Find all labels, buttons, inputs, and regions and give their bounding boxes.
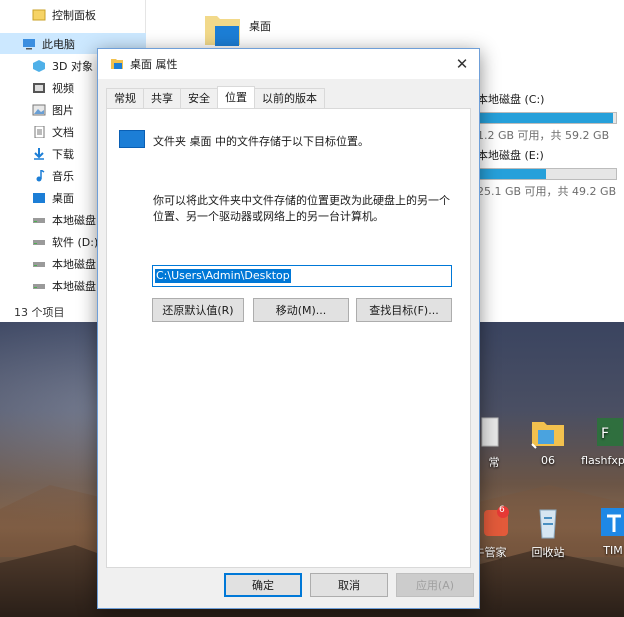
drive-c[interactable]: 本地磁盘 (C:) 1.2 GB 可用，共 59.2 GB: [477, 92, 624, 143]
desktop-icon-label: 回收站: [531, 546, 565, 559]
nav-item-label: 音乐: [52, 169, 74, 183]
desktop-icon-recycle-bin[interactable]: 回收站: [518, 504, 578, 560]
location-tab-panel: 文件夹 桌面 中的文件存储于以下目标位置。 你可以将此文件夹中文件存储的位置更改…: [106, 108, 471, 568]
nav-item-label: 文档: [52, 125, 74, 139]
svg-text:F: F: [601, 426, 609, 442]
drive-usage-fill: [478, 113, 614, 123]
control-panel-icon: [32, 9, 46, 20]
drive-name: 本地磁盘 (C:): [477, 93, 545, 106]
drive-icon: [33, 217, 45, 223]
nav-item-label: 本地磁盘: [52, 213, 96, 227]
status-bar: 13 个项目: [14, 306, 65, 319]
nav-item-label: 此电脑: [42, 37, 75, 51]
folder-label: 桌面: [249, 20, 271, 33]
tab-general[interactable]: 常规: [106, 88, 144, 108]
nav-item-control-panel[interactable]: 控制面板: [0, 4, 146, 25]
drive-name: 本地磁盘 (E:): [477, 149, 544, 162]
nav-item-label: 本地磁盘: [52, 279, 96, 293]
nav-item-label: 3D 对象: [52, 59, 93, 73]
folder-item-desktop[interactable]: 桌面: [203, 12, 271, 48]
dialog-title: 桌面 属性: [130, 58, 178, 71]
desktop-icon-label: 06: [541, 454, 555, 467]
drive-icon: [33, 283, 45, 289]
ok-button[interactable]: 确定: [224, 573, 302, 597]
desktop-folder-icon: [119, 130, 145, 148]
desktop-icon-06[interactable]: 06: [518, 414, 578, 467]
folder-icon: [111, 59, 123, 69]
move-button[interactable]: 移动(M)...: [253, 298, 349, 322]
nav-item-label: 桌面: [52, 191, 74, 205]
location-header-text: 文件夹 桌面 中的文件存储于以下目标位置。: [153, 135, 369, 148]
tab-security[interactable]: 安全: [180, 88, 218, 108]
download-icon: [34, 147, 44, 160]
desktop-icon-flashfxp[interactable]: F flashfxp: [578, 414, 624, 467]
drive-info: 25.1 GB 可用，共 49.2 GB: [477, 185, 617, 198]
tab-previous-versions[interactable]: 以前的版本: [254, 88, 325, 108]
nav-item-label: 下载: [52, 147, 74, 161]
tab-sharing[interactable]: 共享: [143, 88, 181, 108]
desktop-icon: [33, 192, 45, 203]
close-icon: ✕: [455, 55, 469, 73]
drive-icon: [33, 261, 45, 267]
tab-bar: 常规 共享 安全 位置 以前的版本: [106, 86, 325, 108]
music-icon: [36, 169, 45, 181]
folder-icon: [205, 16, 240, 46]
documents-icon: [34, 125, 45, 138]
drive-e[interactable]: 本地磁盘 (E:) 25.1 GB 可用，共 49.2 GB: [477, 148, 624, 199]
tab-location[interactable]: 位置: [217, 86, 255, 108]
recycle-bin-icon: [528, 504, 568, 540]
nav-item-label: 视频: [52, 81, 74, 95]
nav-item-label: 控制面板: [52, 8, 96, 22]
desktop-icon-label: 常: [488, 456, 500, 469]
folder-icon: [528, 414, 568, 450]
computer-icon: [23, 38, 35, 49]
desktop-icon-label: flashfxp: [581, 454, 624, 467]
close-button[interactable]: ✕: [451, 53, 473, 75]
desktop-icon-label: TIM: [603, 544, 623, 557]
video-icon: [33, 82, 45, 93]
desktop-icon-tim[interactable]: TIM: [582, 504, 624, 557]
nav-item-label: 本地磁盘: [52, 257, 96, 271]
nav-item-label: 图片: [52, 103, 74, 117]
restore-default-button[interactable]: 还原默认值(R): [152, 298, 244, 322]
path-input[interactable]: [152, 265, 452, 287]
drive-usage-bar: [477, 112, 617, 124]
notification-badge: 6: [499, 505, 505, 515]
nav-item-label: 软件 (D:): [52, 235, 99, 249]
find-target-button[interactable]: 查找目标(F)...: [356, 298, 452, 322]
tim-icon: [585, 504, 624, 540]
3d-objects-icon: [33, 59, 45, 72]
drive-usage-fill: [478, 169, 546, 179]
pictures-icon: [32, 104, 46, 115]
desktop-properties-dialog: 桌面 属性 ✕ 常规 共享 安全 位置 以前的版本 文件夹 桌面 中的文件存储于…: [97, 48, 480, 609]
dialog-titlebar[interactable]: 桌面 属性 ✕: [98, 49, 479, 79]
apply-button[interactable]: 应用(A): [396, 573, 474, 597]
flashfxp-icon: F: [583, 414, 623, 450]
cancel-button[interactable]: 取消: [310, 573, 388, 597]
drive-usage-bar: [477, 168, 617, 180]
drive-icon: [33, 239, 45, 245]
drive-info: 1.2 GB 可用，共 59.2 GB: [477, 129, 610, 142]
location-description: 你可以将此文件夹中文件存储的位置更改为此硬盘上的另一个位置、另一个驱动器或网络上…: [153, 194, 450, 223]
